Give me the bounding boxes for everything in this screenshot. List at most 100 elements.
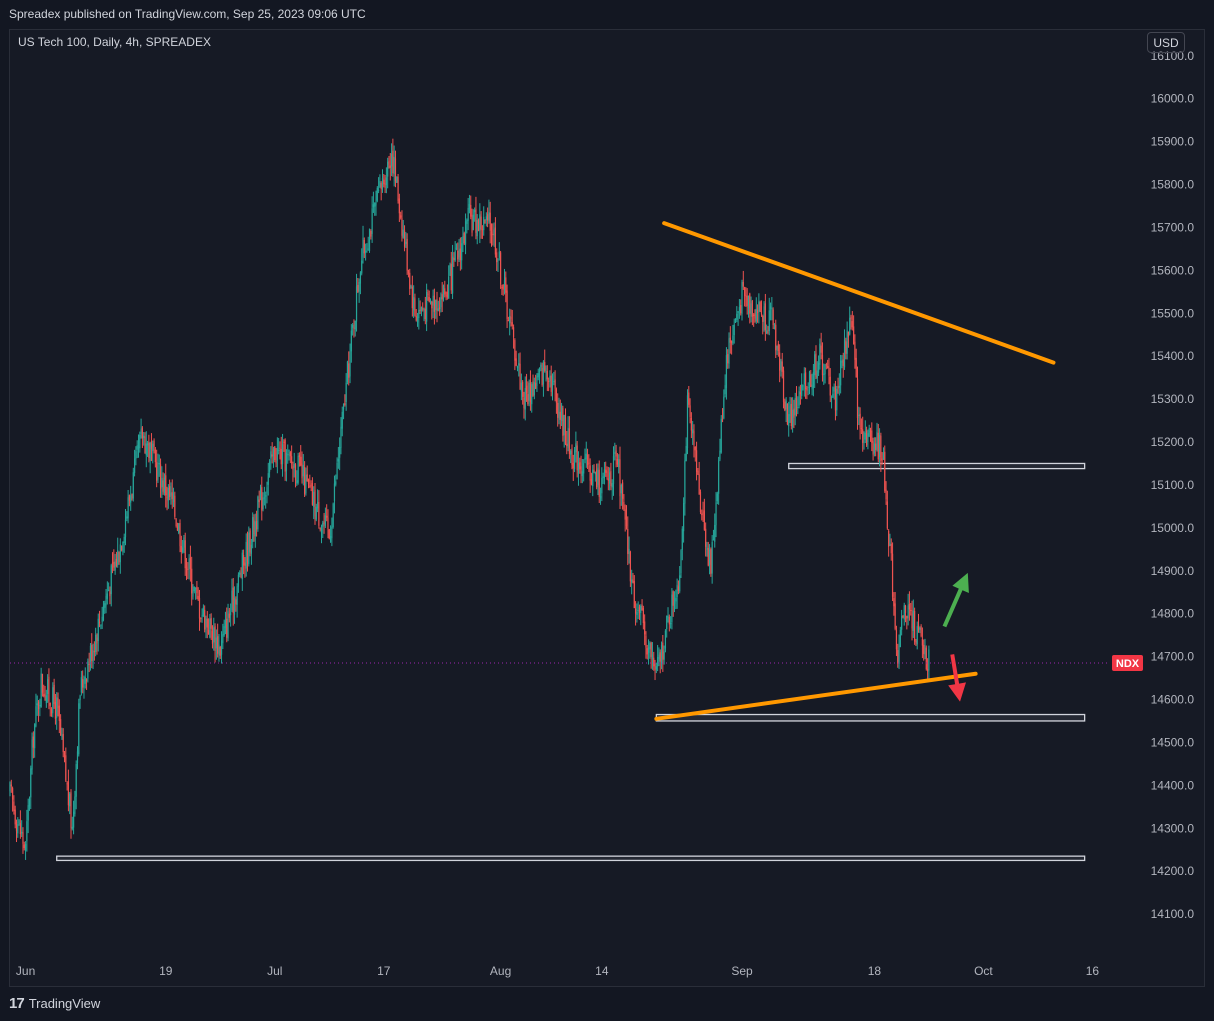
candle-body	[154, 449, 156, 462]
candle-body	[745, 295, 747, 297]
currency-button[interactable]: USD	[1147, 32, 1185, 53]
candle-body	[63, 751, 66, 759]
candle-body	[810, 374, 812, 387]
candle-body	[403, 230, 406, 247]
candle-body	[880, 435, 882, 461]
candle-body	[579, 462, 581, 470]
candle-body	[437, 308, 439, 311]
candle-body	[876, 432, 878, 450]
candle-body	[165, 475, 167, 496]
symbol-legend[interactable]: US Tech 100, Daily, 4h, SPREADEX	[18, 35, 211, 49]
candle-body	[662, 642, 664, 660]
candle-body	[74, 796, 76, 815]
candle-body	[737, 311, 739, 314]
candle-body	[676, 584, 678, 597]
candle-body	[207, 630, 210, 635]
candle-body	[66, 783, 68, 785]
candle-body	[758, 301, 760, 312]
candle-body	[258, 499, 260, 503]
candle-body	[333, 483, 336, 502]
candle-body	[202, 607, 204, 617]
candle-body	[773, 327, 776, 329]
candle-body	[384, 183, 386, 189]
candle-body	[501, 287, 503, 289]
candle-body	[559, 411, 561, 420]
candle-body	[170, 492, 172, 496]
time-tick-label: 14	[595, 964, 609, 978]
candle-body	[441, 294, 443, 300]
candle-body	[916, 626, 918, 645]
candle-body	[150, 440, 153, 449]
candle-body	[477, 220, 480, 231]
candle-body	[307, 479, 310, 484]
candle-body	[802, 385, 804, 387]
candle-body	[834, 386, 837, 411]
candle-body	[240, 574, 242, 578]
candle-body	[275, 460, 277, 464]
candle-body	[846, 330, 848, 354]
candle-body	[853, 326, 855, 345]
candle-body	[442, 285, 445, 300]
candle-body	[529, 380, 532, 403]
candle-body	[50, 708, 53, 714]
candle-body	[545, 368, 547, 373]
candle-body	[257, 496, 259, 530]
candle-body	[192, 593, 194, 597]
candle-body	[463, 233, 465, 244]
candle-body	[718, 460, 720, 494]
candle-body	[833, 387, 835, 392]
candle-body	[354, 320, 356, 330]
candle-body	[808, 371, 811, 386]
candle-body	[119, 544, 121, 563]
candle-body	[419, 309, 421, 311]
candle-body	[226, 618, 228, 638]
candle-body	[188, 558, 190, 569]
candle-body	[268, 461, 271, 472]
candle-body	[392, 150, 394, 174]
price-chart[interactable]: NDX 14100.014200.014300.014400.014500.01…	[0, 0, 1214, 1021]
candle-body	[305, 475, 307, 494]
candle-body	[322, 522, 324, 527]
candle-body	[906, 615, 908, 619]
candle-body	[885, 489, 887, 500]
candle-body	[88, 663, 90, 665]
candle-body	[340, 426, 342, 448]
footer-branding[interactable]: 17 TradingView	[9, 993, 100, 1013]
candle-body	[355, 286, 358, 322]
candle-body	[632, 579, 634, 583]
candle-body	[843, 339, 846, 368]
candle-body	[798, 391, 800, 406]
candle-body	[211, 631, 214, 644]
arrow-layer	[942, 572, 969, 702]
candle-body	[564, 417, 567, 445]
candle-body	[817, 362, 820, 373]
candle-body	[117, 550, 119, 566]
candle-body	[466, 220, 468, 224]
candle-body	[728, 338, 730, 364]
candle-body	[388, 160, 390, 165]
candle-body	[191, 568, 193, 594]
candle-body	[36, 703, 38, 706]
candle-body	[394, 158, 397, 182]
candle-body	[496, 252, 498, 263]
candle-body	[241, 552, 243, 580]
candle-body	[127, 497, 129, 519]
candle-body	[731, 341, 733, 344]
candle-body	[725, 355, 728, 389]
candle-body	[914, 610, 916, 642]
candle-body	[243, 555, 245, 566]
candle-body	[489, 212, 491, 231]
candle-body	[872, 441, 874, 455]
candle-body	[75, 764, 77, 797]
candle-body	[485, 216, 487, 221]
candle-body	[451, 256, 454, 294]
candle-body	[304, 467, 306, 495]
candle-body	[799, 392, 802, 395]
candle-body	[554, 379, 556, 389]
candle-body	[714, 524, 716, 542]
candle-body	[777, 344, 779, 351]
time-tick-label: Jul	[267, 964, 282, 978]
candle-body	[688, 392, 690, 405]
candle-body	[320, 526, 323, 533]
price-tick-label: 15600.0	[1151, 263, 1195, 277]
